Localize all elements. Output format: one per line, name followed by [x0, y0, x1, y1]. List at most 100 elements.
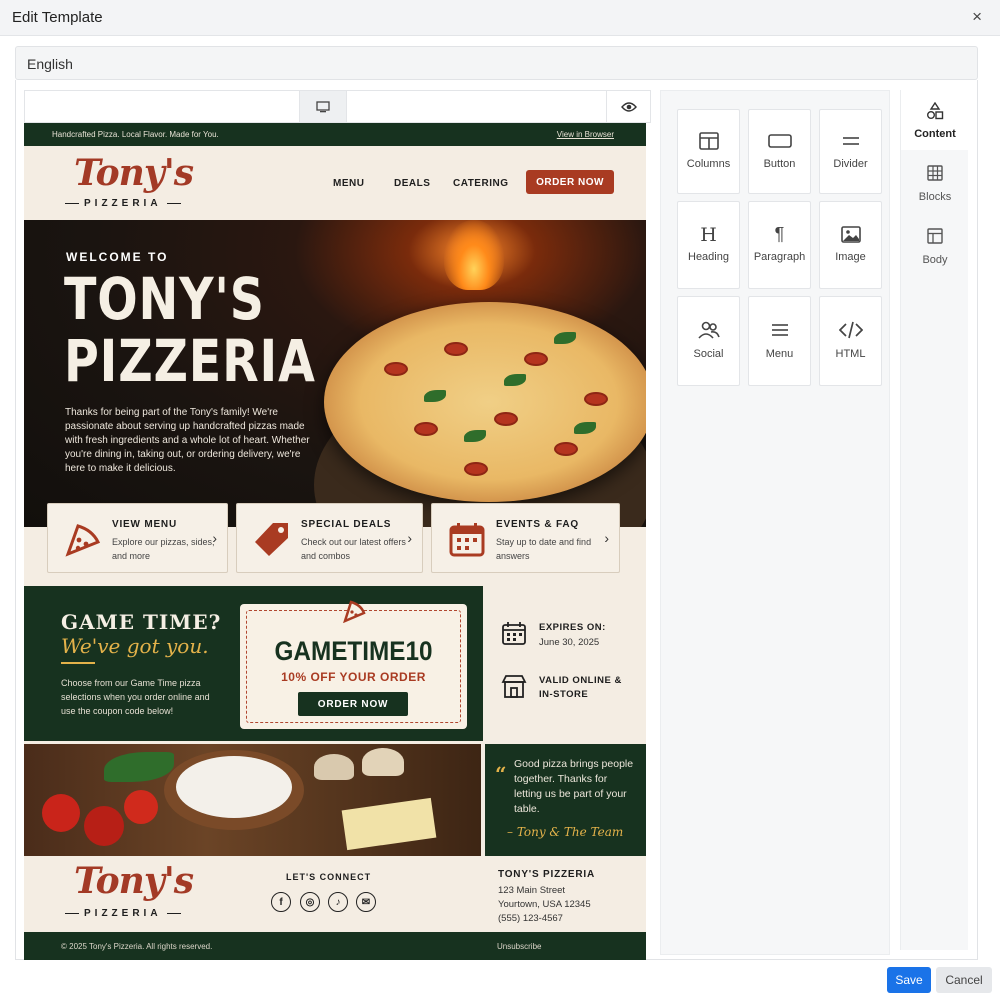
coupon-offer: 10% OFF YOUR ORDER [281, 670, 426, 684]
coupon-code: GAMETIME10 [274, 636, 433, 666]
card-text: Check out our latest offers and combos [301, 537, 406, 561]
tile-label: Paragraph [753, 251, 806, 263]
calendar-icon [449, 523, 485, 557]
shapes-icon [927, 102, 944, 120]
valid-label: VALID ONLINE & IN-STORE [539, 675, 622, 700]
card-special-deals[interactable]: SPECIAL DEALS Check out our latest offer… [236, 503, 423, 573]
pizza-slice-icon [65, 524, 101, 557]
save-button[interactable]: Save [887, 967, 931, 993]
feature-cards: VIEW MENU Explore our pizzas, sides, and… [24, 503, 646, 573]
preview-toolbar [24, 90, 651, 123]
cheese [341, 797, 437, 851]
copyright-bar: © 2025 Tony's Pizzeria. All rights reser… [24, 932, 646, 960]
order-now-button[interactable]: ORDER NOW [526, 170, 614, 194]
cancel-button[interactable]: Cancel [936, 967, 992, 993]
logo-subtitle: PIZZERIA [60, 198, 186, 209]
pepperoni [494, 412, 518, 426]
email-topbar: Handcrafted Pizza. Local Flavor. Made fo… [24, 123, 646, 146]
tile-heading[interactable]: H Heading [677, 201, 740, 289]
desktop-view-button[interactable] [299, 91, 347, 122]
email-icon[interactable]: ✉ [356, 892, 376, 912]
button-icon [767, 134, 792, 148]
hero-title: TONY'S PIZZERIA [64, 268, 316, 392]
chevron-right-icon: › [604, 530, 609, 546]
language-bar[interactable]: English [15, 46, 978, 80]
body-icon [927, 228, 943, 244]
social-icon [697, 321, 720, 339]
tab-body[interactable]: Body [901, 216, 969, 276]
tab-content[interactable]: Content [901, 90, 969, 150]
tile-image[interactable]: Image [819, 201, 882, 289]
footer-address1: 123 Main Street [498, 885, 566, 896]
pizza-image [324, 302, 646, 502]
basil-leaf [574, 422, 596, 434]
tile-label: Button [763, 158, 796, 170]
image-quote-strip: “ Good pizza brings people together. Tha… [24, 744, 646, 856]
preview-button[interactable] [606, 91, 650, 122]
nav-catering[interactable]: CATERING [453, 178, 508, 189]
tile-menu[interactable]: Menu [748, 296, 811, 386]
mushroom [362, 748, 404, 776]
side-tabs: Content Blocks Body [900, 90, 969, 950]
tile-html[interactable]: HTML [819, 296, 882, 386]
pepperoni [554, 442, 578, 456]
tab-label: Content [914, 128, 956, 140]
nav-deals[interactable]: DEALS [394, 178, 430, 189]
basil-leaf [464, 430, 486, 442]
tagline: Handcrafted Pizza. Local Flavor. Made fo… [52, 130, 219, 139]
logo-script: Tony's [74, 152, 194, 194]
nav-menu[interactable]: MENU [333, 178, 364, 189]
tile-divider[interactable]: Divider [819, 109, 882, 194]
pizza-slice-icon [343, 600, 366, 623]
instagram-icon[interactable]: ◎ [300, 892, 320, 912]
tile-columns[interactable]: Columns [677, 109, 740, 194]
unsubscribe-link[interactable]: Unsubscribe [497, 942, 541, 951]
tile-label: Social [693, 348, 724, 360]
html-icon [838, 321, 863, 339]
tab-blocks[interactable]: Blocks [901, 153, 969, 213]
pepperoni [384, 362, 408, 376]
basil-leaf [104, 752, 174, 782]
store-icon [501, 675, 527, 698]
close-icon[interactable]: × [972, 7, 982, 27]
menu-icon [771, 324, 788, 336]
tomato [84, 806, 124, 846]
tile-label: Heading [688, 251, 729, 263]
facebook-icon[interactable]: f [271, 892, 291, 912]
promo-subtitle: We've got you. [61, 634, 209, 658]
tomato [42, 794, 80, 832]
calendar-icon [502, 622, 526, 645]
quote-text: Good pizza brings people together. Thank… [514, 758, 634, 815]
tile-label: Menu [765, 348, 794, 360]
hero-welcome: WELCOME TO [66, 250, 169, 264]
tomato [124, 790, 158, 824]
view-in-browser-link[interactable]: View in Browser [557, 130, 614, 139]
tiktok-icon[interactable]: ♪ [328, 892, 348, 912]
pepperoni [584, 392, 608, 406]
tile-label: Columns [686, 158, 731, 170]
chevron-right-icon: › [407, 530, 412, 546]
tile-social[interactable]: Social [677, 296, 740, 386]
tile-paragraph[interactable]: ¶ Paragraph [748, 201, 811, 289]
card-view-menu[interactable]: VIEW MENU Explore our pizzas, sides, and… [47, 503, 228, 573]
paragraph-icon: ¶ [774, 224, 785, 244]
card-events-faq[interactable]: EVENTS & FAQ Stay up to date and find an… [431, 503, 620, 573]
tab-label: Body [922, 254, 948, 266]
pepperoni [464, 462, 488, 476]
expires-date: June 30, 2025 [539, 637, 600, 648]
email-canvas[interactable]: Handcrafted Pizza. Local Flavor. Made fo… [24, 123, 646, 960]
pepperoni [524, 352, 548, 366]
basil-leaf [504, 374, 526, 386]
blocks-icon [927, 165, 943, 181]
hero-section: WELCOME TO TONY'S PIZZERIA Thanks for be… [24, 220, 646, 527]
copyright-text: © 2025 Tony's Pizzeria. All rights reser… [61, 942, 213, 951]
card-title: VIEW MENU [112, 519, 177, 530]
tile-label: HTML [835, 348, 866, 360]
tile-label: Divider [833, 158, 868, 170]
tab-label: Blocks [918, 191, 952, 203]
coupon-card: GAMETIME10 10% OFF YOUR ORDER ORDER NOW [240, 600, 467, 729]
tile-button[interactable]: Button [748, 109, 811, 194]
card-title: EVENTS & FAQ [496, 519, 579, 530]
coupon-order-button[interactable]: ORDER NOW [298, 692, 408, 716]
promo-text: Choose from our Game Time pizza selectio… [61, 678, 210, 716]
